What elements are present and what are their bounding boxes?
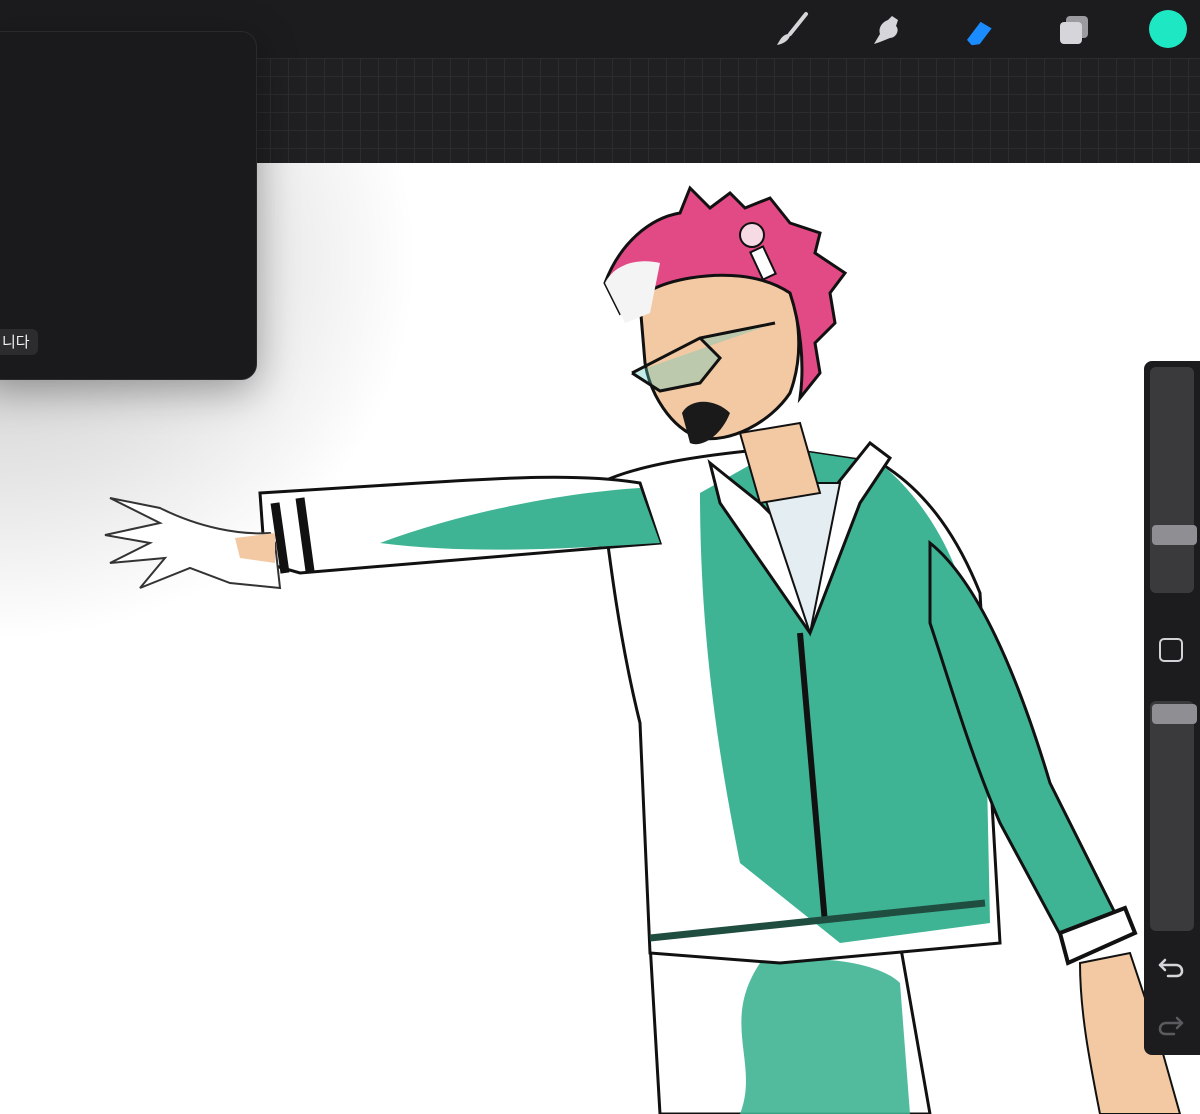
layers-tool-button[interactable] [1052, 8, 1096, 52]
brush-size-slider[interactable] [1150, 367, 1197, 593]
brush-size-handle[interactable] [1152, 525, 1197, 545]
opacity-handle[interactable] [1152, 704, 1197, 724]
eraser-tool-button[interactable] [958, 8, 1002, 52]
pants-shade [740, 959, 910, 1114]
brush-icon [777, 12, 808, 45]
redo-icon[interactable] [1156, 1009, 1186, 1039]
smudge-tool-button[interactable] [864, 8, 908, 52]
brush-tool-button[interactable] [770, 8, 814, 52]
hair-pin-ball [739, 222, 765, 248]
smudge-icon [874, 16, 898, 44]
layers-icon [1060, 16, 1088, 44]
color-picker-button[interactable] [1149, 10, 1187, 48]
popover-label: 니다 [0, 329, 38, 355]
opacity-slider[interactable] [1150, 701, 1197, 931]
modify-button[interactable] [1159, 638, 1183, 662]
eraser-icon [966, 21, 992, 46]
undo-icon[interactable] [1156, 951, 1186, 981]
side-toolbar [1144, 361, 1200, 1055]
tool-popover-panel [0, 31, 257, 380]
